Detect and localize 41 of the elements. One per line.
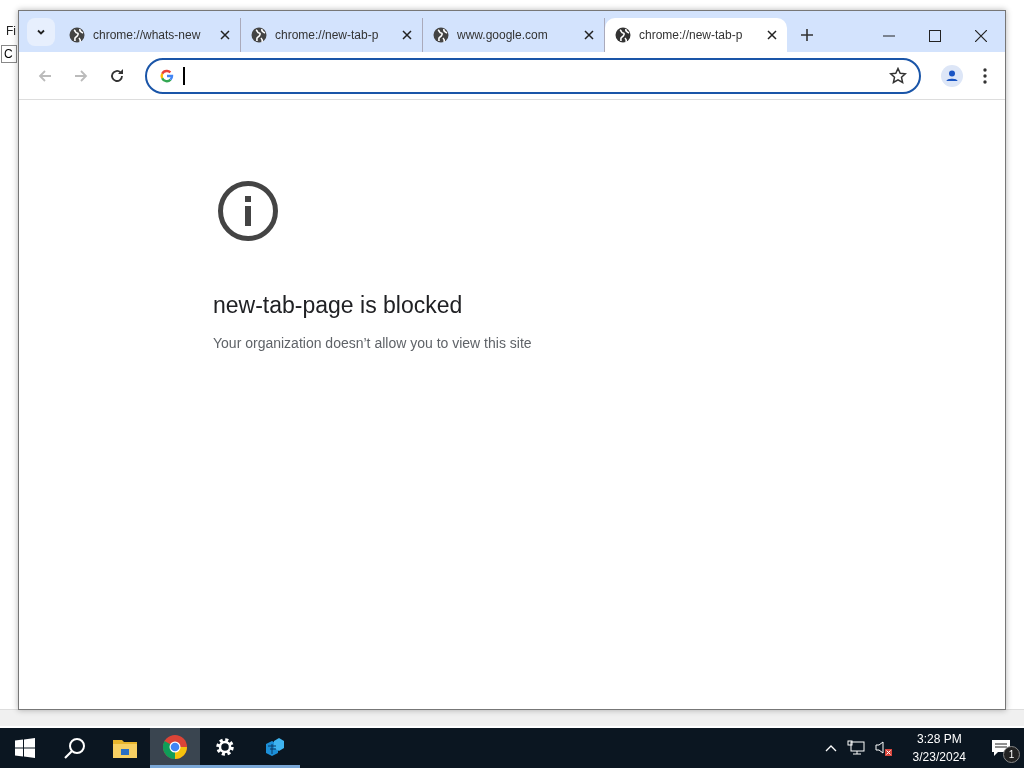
close-icon[interactable] [767,30,777,40]
tab-title: chrome://new-tab-p [639,28,744,42]
tab-title: chrome://new-tab-p [275,28,380,42]
browser-tab[interactable]: chrome://new-tab-p [241,18,423,52]
windows-icon [15,738,35,758]
reload-icon[interactable] [109,67,125,84]
close-icon[interactable] [584,30,594,40]
clock[interactable]: 3:28 PM 3/23/2024 [902,730,976,766]
chevron-up-icon[interactable] [824,744,837,752]
cubes-icon [264,735,286,758]
tab-title: www.google.com [457,28,549,42]
profile-icon[interactable] [941,64,963,87]
gear-icon [214,735,236,758]
notification-count: 1 [1003,746,1020,763]
muted-speaker-icon[interactable] [874,740,893,756]
maximize-icon[interactable] [929,30,941,42]
clock-date: 3/23/2024 [912,749,966,766]
error-heading: new-tab-page is blocked [213,292,464,319]
address-field: C [1,45,17,63]
menu-icon[interactable] [983,67,987,84]
google-icon [159,67,175,84]
tab-title: chrome://whats-new [93,28,202,42]
info-icon [217,180,279,242]
star-icon[interactable] [889,66,907,85]
browser-tab[interactable]: www.google.com [423,18,605,52]
text-cursor [183,66,185,85]
close-icon[interactable] [220,30,230,40]
clock-time: 3:28 PM [916,731,962,748]
menu-item[interactable]: Fi [6,24,16,38]
browser-tab[interactable]: chrome://new-tab-p [605,18,787,52]
close-icon[interactable] [402,30,412,40]
search-icon [64,737,86,759]
chrome-icon [163,734,187,759]
network-icon[interactable] [846,740,865,756]
close-icon[interactable] [975,30,987,42]
folder-icon [113,738,137,758]
taskbar-app[interactable] [150,728,200,768]
error-message: Your organization doesn’t allow you to view this site [213,335,533,351]
address-bar[interactable] [145,57,921,94]
new-tab-icon[interactable] [801,29,813,41]
browser-tab[interactable]: chrome://whats-new [59,18,241,52]
